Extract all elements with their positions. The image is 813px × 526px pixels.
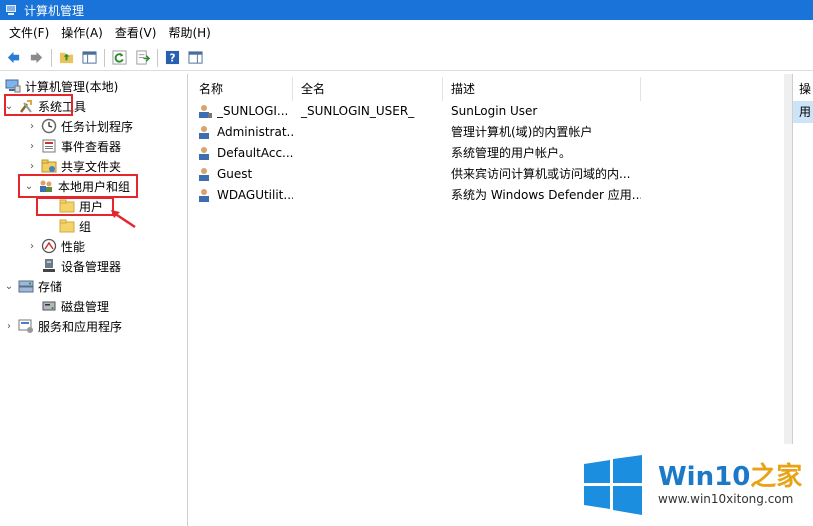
list-header: 名称 全名 描述 bbox=[191, 77, 789, 101]
help-icon[interactable]: ? bbox=[162, 48, 182, 68]
table-row[interactable]: DefaultAcc... 系统管理的用户帐户。 bbox=[191, 142, 789, 163]
actions-item-users[interactable]: 用 bbox=[793, 101, 813, 123]
cell-description: 管理计算机(域)的内置帐户 bbox=[451, 125, 593, 139]
tree-label: 性能 bbox=[61, 239, 86, 254]
services-icon bbox=[18, 318, 34, 334]
watermark-brand-accent: 之家 bbox=[750, 462, 803, 492]
user-icon bbox=[197, 124, 213, 140]
toolbar-separator bbox=[104, 48, 105, 67]
forward-arrow-icon[interactable] bbox=[26, 48, 46, 68]
cell-fullname: _SUNLOGIN_USER_ bbox=[301, 103, 415, 118]
tree-label: 事件查看器 bbox=[61, 139, 122, 154]
tree-item-shared-folders[interactable]: › 共享文件夹 bbox=[26, 156, 121, 176]
chevron-right-icon[interactable]: › bbox=[26, 121, 38, 132]
title-bar[interactable]: 计算机管理 bbox=[0, 0, 813, 20]
windows-logo-icon bbox=[584, 455, 642, 515]
user-icon bbox=[197, 166, 213, 182]
tree-item-disk-management[interactable]: 磁盘管理 bbox=[38, 296, 109, 316]
cell-name: DefaultAcc... bbox=[217, 145, 293, 160]
chevron-right-icon[interactable]: › bbox=[3, 321, 15, 332]
highlight-local-users-groups bbox=[18, 174, 138, 198]
tree-item-groups[interactable]: 组 bbox=[56, 216, 91, 236]
tree-item-services-apps[interactable]: › 服务和应用程序 bbox=[3, 316, 122, 336]
tree-item-storage[interactable]: ⌄ 存储 bbox=[3, 276, 62, 296]
up-folder-icon[interactable] bbox=[56, 48, 76, 68]
chevron-down-icon[interactable]: ⌄ bbox=[3, 281, 15, 292]
vertical-scrollbar[interactable] bbox=[784, 74, 792, 444]
user-icon bbox=[197, 145, 213, 161]
annotation-arrow-icon bbox=[111, 210, 136, 229]
tree-item-task-scheduler[interactable]: › 任务计划程序 bbox=[26, 116, 133, 136]
tree-label: 任务计划程序 bbox=[61, 119, 134, 134]
watermark-brand-main: Win10 bbox=[658, 462, 751, 492]
chevron-right-icon[interactable]: › bbox=[26, 161, 38, 172]
toolbar-separator bbox=[157, 48, 158, 67]
shared-folder-icon bbox=[41, 158, 57, 174]
tree-label: 计算机管理(本地) bbox=[25, 79, 119, 94]
tree-label: 设备管理器 bbox=[61, 259, 122, 274]
navigation-tree[interactable]: 计算机管理(本地) ⌄ 系统工具 › 任务计划程序 › 事件查看器 › 共享文件… bbox=[0, 74, 188, 526]
back-arrow-icon[interactable] bbox=[3, 48, 23, 68]
watermark-brand: Win10之家 bbox=[658, 456, 802, 493]
table-row[interactable]: _SUNLOGI... _SUNLOGIN_USER_ SunLogin Use… bbox=[191, 100, 789, 121]
refresh-icon[interactable] bbox=[109, 48, 129, 68]
properties-icon[interactable] bbox=[185, 48, 205, 68]
window-title: 计算机管理 bbox=[24, 3, 85, 18]
performance-icon bbox=[41, 238, 57, 254]
cell-description: 系统管理的用户帐户。 bbox=[451, 146, 572, 160]
show-hide-tree-icon[interactable] bbox=[79, 48, 99, 68]
storage-icon bbox=[18, 278, 34, 294]
highlight-system-tools bbox=[4, 94, 73, 116]
tree-item-computer-management[interactable]: 计算机管理(本地) bbox=[2, 76, 118, 96]
tree-item-event-viewer[interactable]: › 事件查看器 bbox=[26, 136, 121, 156]
user-icon bbox=[197, 187, 213, 203]
cell-description: 系统为 Windows Defender 应用... bbox=[451, 188, 641, 202]
column-header-name[interactable]: 名称 bbox=[191, 77, 293, 101]
chevron-right-icon[interactable]: › bbox=[26, 241, 38, 252]
menu-help[interactable]: 帮助(H) bbox=[162, 24, 216, 41]
user-icon bbox=[197, 103, 213, 119]
watermark-url: www.win10xitong.com bbox=[658, 492, 794, 506]
cell-name: Guest bbox=[217, 166, 253, 181]
toolbar: ? bbox=[0, 45, 813, 71]
tree-label: 存储 bbox=[38, 279, 63, 294]
tree-label: 磁盘管理 bbox=[61, 299, 110, 314]
tree-label: 服务和应用程序 bbox=[38, 319, 123, 334]
menu-bar: 文件(F) 操作(A) 查看(V) 帮助(H) bbox=[0, 21, 813, 43]
clock-icon bbox=[41, 118, 57, 134]
table-row[interactable]: Guest 供来宾访问计算机或访问域的内... bbox=[191, 163, 789, 184]
menu-file[interactable]: 文件(F) bbox=[3, 24, 55, 41]
disk-management-icon bbox=[41, 298, 57, 314]
tree-label: 组 bbox=[79, 219, 92, 234]
cell-name: WDAGUtilit... bbox=[217, 187, 293, 202]
table-row[interactable]: WDAGUtilit... 系统为 Windows Defender 应用... bbox=[191, 184, 789, 205]
chevron-right-icon[interactable]: › bbox=[26, 141, 38, 152]
folder-icon bbox=[59, 218, 75, 234]
export-list-icon[interactable] bbox=[132, 48, 152, 68]
tree-label: 共享文件夹 bbox=[61, 159, 122, 174]
tree-item-device-manager[interactable]: 设备管理器 bbox=[38, 256, 121, 276]
cell-description: SunLogin User bbox=[451, 103, 538, 118]
cell-name: _SUNLOGI... bbox=[217, 103, 289, 118]
actions-header: 操 bbox=[799, 82, 812, 96]
column-header-fullname[interactable]: 全名 bbox=[293, 77, 443, 101]
watermark: Win10之家 www.win10xitong.com bbox=[574, 444, 813, 526]
computer-management-icon bbox=[5, 78, 21, 94]
highlight-users bbox=[36, 197, 114, 216]
menu-action[interactable]: 操作(A) bbox=[55, 24, 109, 41]
tree-item-performance[interactable]: › 性能 bbox=[26, 236, 85, 256]
menu-view[interactable]: 查看(V) bbox=[109, 24, 163, 41]
toolbar-separator bbox=[51, 48, 52, 67]
cell-description: 供来宾访问计算机或访问域的内... bbox=[451, 167, 631, 181]
event-viewer-icon bbox=[41, 138, 57, 154]
computer-management-icon bbox=[6, 4, 18, 16]
device-manager-icon bbox=[41, 258, 57, 274]
column-header-description[interactable]: 描述 bbox=[443, 77, 641, 101]
svg-text:?: ? bbox=[169, 53, 175, 65]
cell-name: Administrat... bbox=[217, 124, 293, 139]
table-row[interactable]: Administrat... 管理计算机(域)的内置帐户 bbox=[191, 121, 789, 142]
